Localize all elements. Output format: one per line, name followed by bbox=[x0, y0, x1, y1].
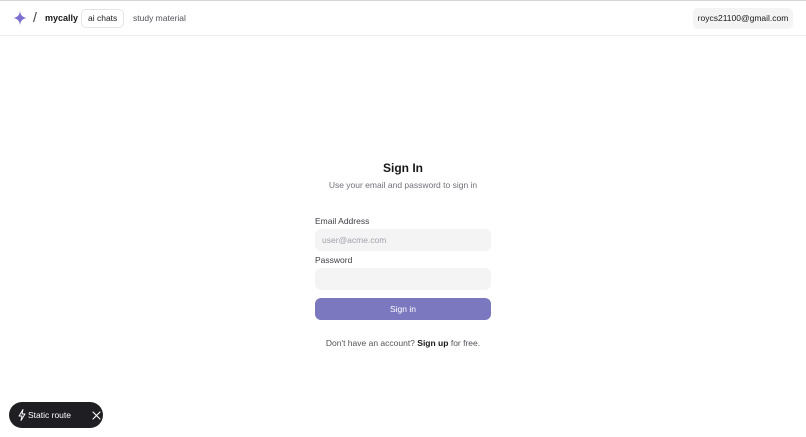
signup-suffix-text: for free. bbox=[450, 338, 481, 348]
breadcrumb-separator: / bbox=[33, 9, 37, 25]
brand-link[interactable]: mycally bbox=[45, 13, 78, 23]
static-route-toast: Static route bbox=[9, 402, 103, 428]
bolt-icon bbox=[18, 409, 26, 421]
password-label: Password bbox=[315, 255, 353, 265]
email-label: Email Address bbox=[315, 216, 370, 226]
signup-prompt: Don't have an account? Sign up for free. bbox=[0, 338, 806, 348]
signup-prefix-text: Don't have an account? bbox=[325, 338, 415, 348]
email-input[interactable] bbox=[315, 229, 491, 251]
password-input[interactable] bbox=[315, 268, 491, 290]
account-button[interactable]: roycs21100@gmail.com bbox=[693, 8, 793, 29]
page-subtitle: Use your email and password to sign in bbox=[328, 180, 478, 190]
sign-in-button[interactable]: Sign in bbox=[315, 298, 491, 320]
close-icon[interactable] bbox=[92, 411, 101, 420]
top-navbar: / mycally ai chats study material roycs2… bbox=[0, 1, 806, 36]
sparkle-logo-icon[interactable] bbox=[13, 11, 27, 25]
page-title: Sign In bbox=[383, 161, 423, 175]
ai-chats-tab[interactable]: ai chats bbox=[81, 9, 125, 28]
toast-label: Static route bbox=[28, 410, 71, 420]
study-material-link[interactable]: study material bbox=[133, 13, 186, 23]
sign-up-link[interactable]: Sign up bbox=[417, 338, 448, 348]
